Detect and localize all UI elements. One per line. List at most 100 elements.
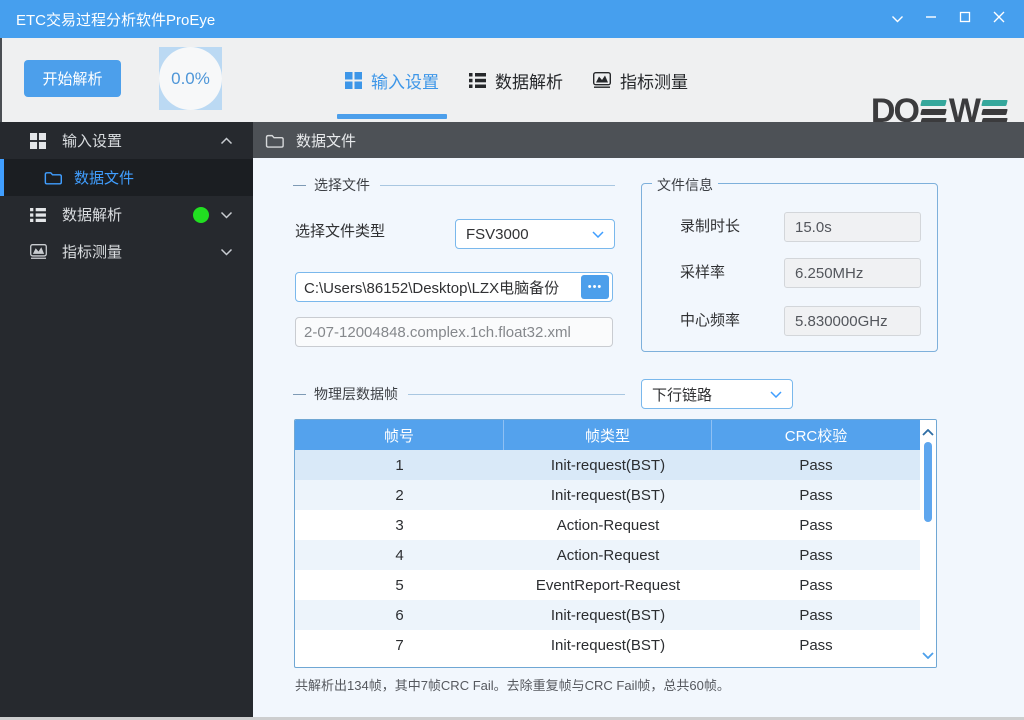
file-type-label: 选择文件类型 — [295, 220, 385, 241]
legend-line — [408, 394, 625, 395]
center-freq-value: 5.830000GHz — [784, 306, 921, 336]
sidebar-item-label: 数据文件 — [74, 167, 134, 188]
window-left-edge — [0, 38, 2, 122]
sidebar-item-data-file[interactable]: 数据文件 — [0, 159, 253, 196]
tab-input-settings[interactable]: 输入设置 — [345, 38, 439, 122]
table-cell: Action-Request — [504, 510, 712, 540]
table-scrollbar[interactable] — [920, 420, 936, 667]
table-cell: Pass — [712, 540, 920, 570]
table-row[interactable]: 5EventReport-RequestPass — [295, 570, 920, 600]
tab-label: 数据解析 — [495, 68, 563, 93]
frame-table-body: 1Init-request(BST)Pass2Init-request(BST)… — [295, 450, 936, 660]
table-cell: Pass — [712, 630, 920, 660]
column-header-frame-type: 帧类型 — [504, 420, 712, 450]
table-cell: Pass — [712, 570, 920, 600]
chart-icon — [593, 72, 611, 88]
sidebar-item-metric-measure[interactable]: 指标测量 — [0, 233, 253, 270]
parse-summary: 共解析出134帧，其中7帧CRC Fail。去除重复帧与CRC Fail帧，总共… — [295, 675, 730, 694]
folder-icon — [44, 170, 62, 185]
chevron-down-icon — [220, 211, 233, 219]
table-cell: Pass — [712, 450, 920, 480]
close-button[interactable] — [982, 0, 1016, 38]
minimize-icon — [925, 10, 937, 28]
table-cell: Action-Request — [504, 540, 712, 570]
table-row[interactable]: 2Init-request(BST)Pass — [295, 480, 920, 510]
table-cell: Init-request(BST) — [504, 600, 712, 630]
chevron-down-icon — [891, 10, 904, 28]
browse-button[interactable]: ••• — [581, 275, 609, 299]
sidebar: 输入设置 数据文件 数据解析 指标测量 — [0, 122, 253, 720]
file-type-value: FSV3000 — [466, 226, 529, 243]
logo-e-glyph — [982, 100, 1007, 124]
table-row[interactable]: 1Init-request(BST)Pass — [295, 450, 920, 480]
main-tabs: 输入设置 数据解析 指标测量 — [345, 38, 688, 122]
window-dropdown-button[interactable] — [880, 0, 914, 38]
table-cell: 2 — [295, 480, 504, 510]
scrollbar-thumb[interactable] — [924, 442, 932, 522]
progress-value: 0.0% — [171, 69, 210, 89]
frame-table: 帧号 帧类型 CRC校验 1Init-request(BST)Pass2Init… — [294, 419, 937, 668]
table-cell: Init-request(BST) — [504, 630, 712, 660]
chevron-down-icon — [592, 231, 604, 238]
minimize-button[interactable] — [914, 0, 948, 38]
progress-circle: 0.0% — [159, 47, 222, 110]
chevron-up-icon — [220, 137, 233, 145]
window-title: ETC交易过程分析软件ProEye — [16, 9, 215, 30]
link-direction-value: 下行链路 — [652, 384, 712, 405]
close-icon — [993, 10, 1005, 28]
table-cell: 7 — [295, 630, 504, 660]
logo-e-glyph — [921, 100, 946, 124]
tab-metric-measure[interactable]: 指标测量 — [593, 38, 688, 122]
sidebar-item-input-settings[interactable]: 输入设置 — [0, 122, 253, 159]
tab-data-analysis[interactable]: 数据解析 — [469, 38, 563, 122]
tab-label: 输入设置 — [371, 68, 439, 93]
info-row-sample-rate: 采样率 6.250MHz — [642, 258, 937, 288]
file-info-title: 文件信息 — [652, 175, 718, 195]
file-path-value: C:\Users\86152\Desktop\LZX电脑备份 — [304, 277, 559, 298]
table-cell: 5 — [295, 570, 504, 600]
legend-dash — [293, 185, 306, 186]
content-header: 数据文件 — [253, 122, 1024, 158]
table-row[interactable]: 4Action-RequestPass — [295, 540, 920, 570]
table-cell: 3 — [295, 510, 504, 540]
sidebar-item-label: 数据解析 — [62, 204, 122, 225]
phy-frames-section-title: 物理层数据帧 — [293, 386, 625, 402]
table-row[interactable]: 6Init-request(BST)Pass — [295, 600, 920, 630]
window-controls — [880, 0, 1016, 38]
table-cell: Init-request(BST) — [504, 450, 712, 480]
table-cell: 4 — [295, 540, 504, 570]
frame-table-header: 帧号 帧类型 CRC校验 — [295, 420, 920, 450]
link-direction-select[interactable]: 下行链路 — [641, 379, 793, 409]
chart-icon — [30, 244, 47, 259]
legend-dash — [293, 394, 306, 395]
table-cell: 1 — [295, 450, 504, 480]
table-cell: Init-request(BST) — [504, 480, 712, 510]
info-row-duration: 录制时长 15.0s — [642, 212, 937, 242]
info-row-center-freq: 中心频率 5.830000GHz — [642, 306, 937, 336]
duration-value: 15.0s — [784, 212, 921, 242]
sidebar-item-label: 输入设置 — [62, 130, 122, 151]
table-row[interactable]: 3Action-RequestPass — [295, 510, 920, 540]
scroll-down-icon[interactable] — [922, 646, 934, 664]
start-analysis-button[interactable]: 开始解析 — [24, 60, 121, 97]
table-cell: 6 — [295, 600, 504, 630]
maximize-icon — [959, 10, 971, 28]
main-content: 选择文件 选择文件类型 FSV3000 C:\Users\86152\Deskt… — [253, 158, 1024, 720]
sidebar-item-label: 指标测量 — [62, 241, 122, 262]
grid-icon — [345, 72, 362, 89]
content-header-title: 数据文件 — [296, 130, 356, 151]
toolbar: 开始解析 0.0% 输入设置 数据解析 指标测量 DO W — [0, 38, 1024, 122]
maximize-button[interactable] — [948, 0, 982, 38]
file-name-input: 2-07-12004848.complex.1ch.float32.xml — [295, 317, 613, 347]
legend-line — [380, 185, 615, 186]
chevron-down-icon — [220, 248, 233, 256]
scroll-up-icon[interactable] — [922, 423, 934, 441]
grid-icon — [30, 133, 46, 149]
file-type-select[interactable]: FSV3000 — [455, 219, 615, 249]
progress-indicator: 0.0% — [159, 47, 222, 110]
file-path-input[interactable]: C:\Users\86152\Desktop\LZX电脑备份 ••• — [295, 272, 613, 302]
table-row[interactable]: 7Init-request(BST)Pass — [295, 630, 920, 660]
sidebar-item-data-analysis[interactable]: 数据解析 — [0, 196, 253, 233]
column-header-frame-no: 帧号 — [295, 420, 504, 450]
status-dot — [193, 207, 209, 223]
